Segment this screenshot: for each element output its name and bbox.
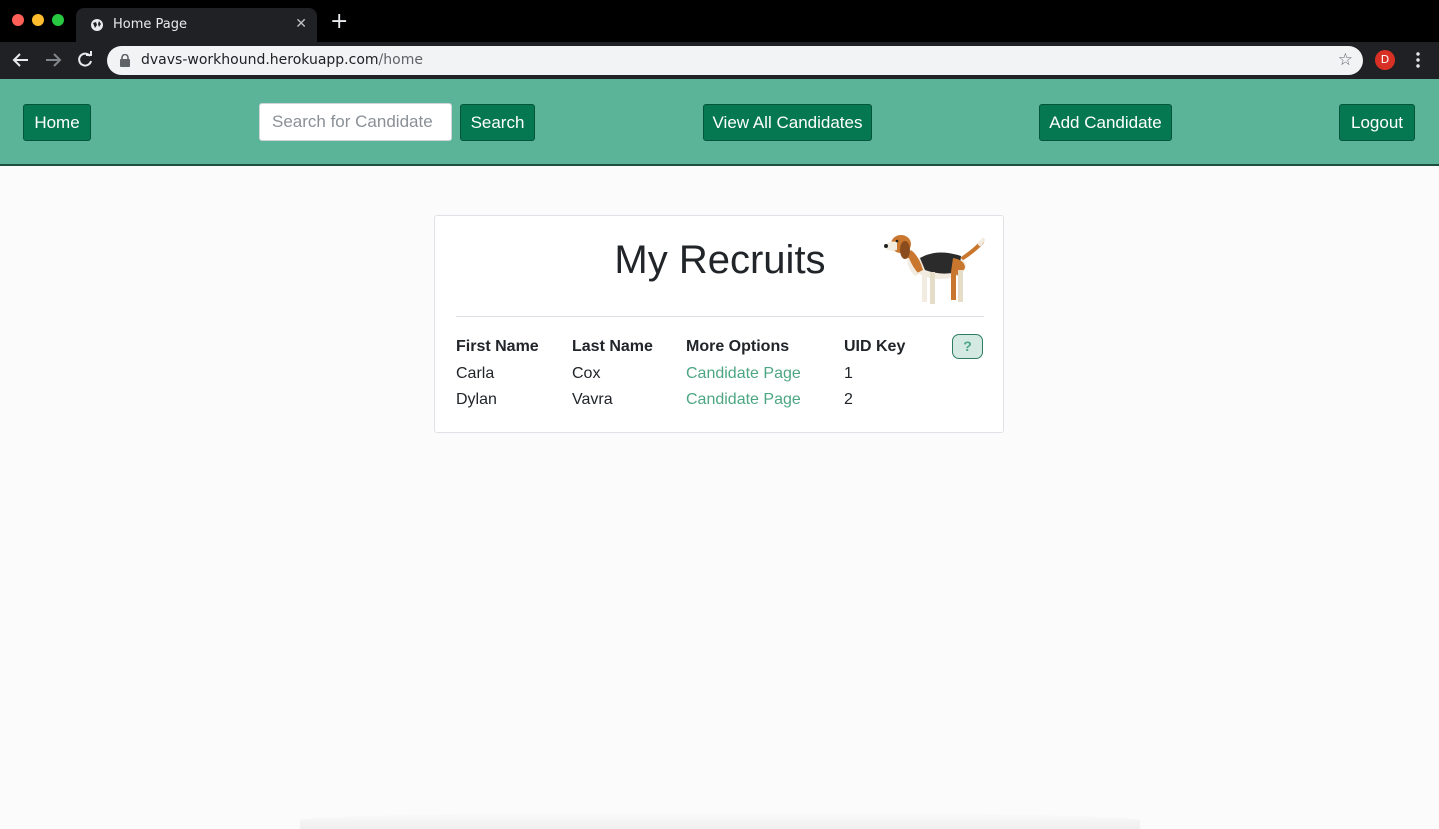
tab-title: Home Page xyxy=(113,17,187,32)
column-header-more-options: More Options xyxy=(686,338,790,355)
url-path: /home xyxy=(378,52,423,68)
column-header-uid-key: UID Key xyxy=(844,338,906,355)
beagle-logo-image xyxy=(884,235,985,304)
title-divider xyxy=(456,316,984,317)
tab-close-icon[interactable]: ✕ xyxy=(295,16,307,32)
first-name-cell: Dylan xyxy=(456,391,497,408)
uid-cell: 1 xyxy=(844,365,853,382)
app-navbar: Home Search View All Candidates Add Cand… xyxy=(0,79,1439,166)
help-button[interactable]: ? xyxy=(952,334,983,359)
last-name-cell: Vavra xyxy=(572,391,613,408)
last-name-cell: Cox xyxy=(572,365,601,382)
candidate-page-link[interactable]: Candidate Page xyxy=(686,365,801,383)
url-text: dvavs-workhound.herokuapp.com/home xyxy=(141,52,423,68)
add-candidate-button[interactable]: Add Candidate xyxy=(1039,104,1172,141)
home-button[interactable]: Home xyxy=(23,104,91,141)
reload-icon[interactable] xyxy=(75,50,95,70)
close-window-button[interactable] xyxy=(12,14,24,26)
logout-button[interactable]: Logout xyxy=(1339,104,1415,141)
new-tab-button[interactable]: + xyxy=(330,11,348,33)
minimize-window-button[interactable] xyxy=(32,14,44,26)
search-button[interactable]: Search xyxy=(460,104,535,141)
address-bar[interactable]: dvavs-workhound.herokuapp.com/home ☆ xyxy=(107,46,1363,75)
back-arrow-icon[interactable] xyxy=(11,50,31,70)
url-host: dvavs-workhound.herokuapp.com xyxy=(141,52,379,68)
bookmark-star-icon[interactable]: ☆ xyxy=(1338,51,1353,69)
lock-icon xyxy=(120,54,130,67)
maximize-window-button[interactable] xyxy=(52,14,64,26)
browser-tab[interactable]: Home Page ✕ xyxy=(76,8,317,42)
uid-cell: 2 xyxy=(844,391,853,408)
forward-arrow-icon[interactable] xyxy=(43,50,63,70)
globe-icon xyxy=(91,19,103,31)
page-bottom-shadow xyxy=(300,812,1140,829)
column-header-last-name: Last Name xyxy=(572,338,653,355)
menu-kebab-icon[interactable] xyxy=(1413,50,1423,70)
browser-toolbar: dvavs-workhound.herokuapp.com/home ☆ xyxy=(0,42,1439,79)
recruits-card: My Recruits First Name Last Name More Op… xyxy=(434,215,1004,433)
view-all-candidates-button[interactable]: View All Candidates xyxy=(703,104,872,141)
column-header-first-name: First Name xyxy=(456,338,539,355)
candidate-page-link[interactable]: Candidate Page xyxy=(686,391,801,409)
profile-avatar[interactable]: D xyxy=(1375,50,1395,70)
first-name-cell: Carla xyxy=(456,365,495,382)
browser-titlebar: Home Page ✕ + xyxy=(0,0,1439,42)
search-input[interactable] xyxy=(259,103,452,141)
